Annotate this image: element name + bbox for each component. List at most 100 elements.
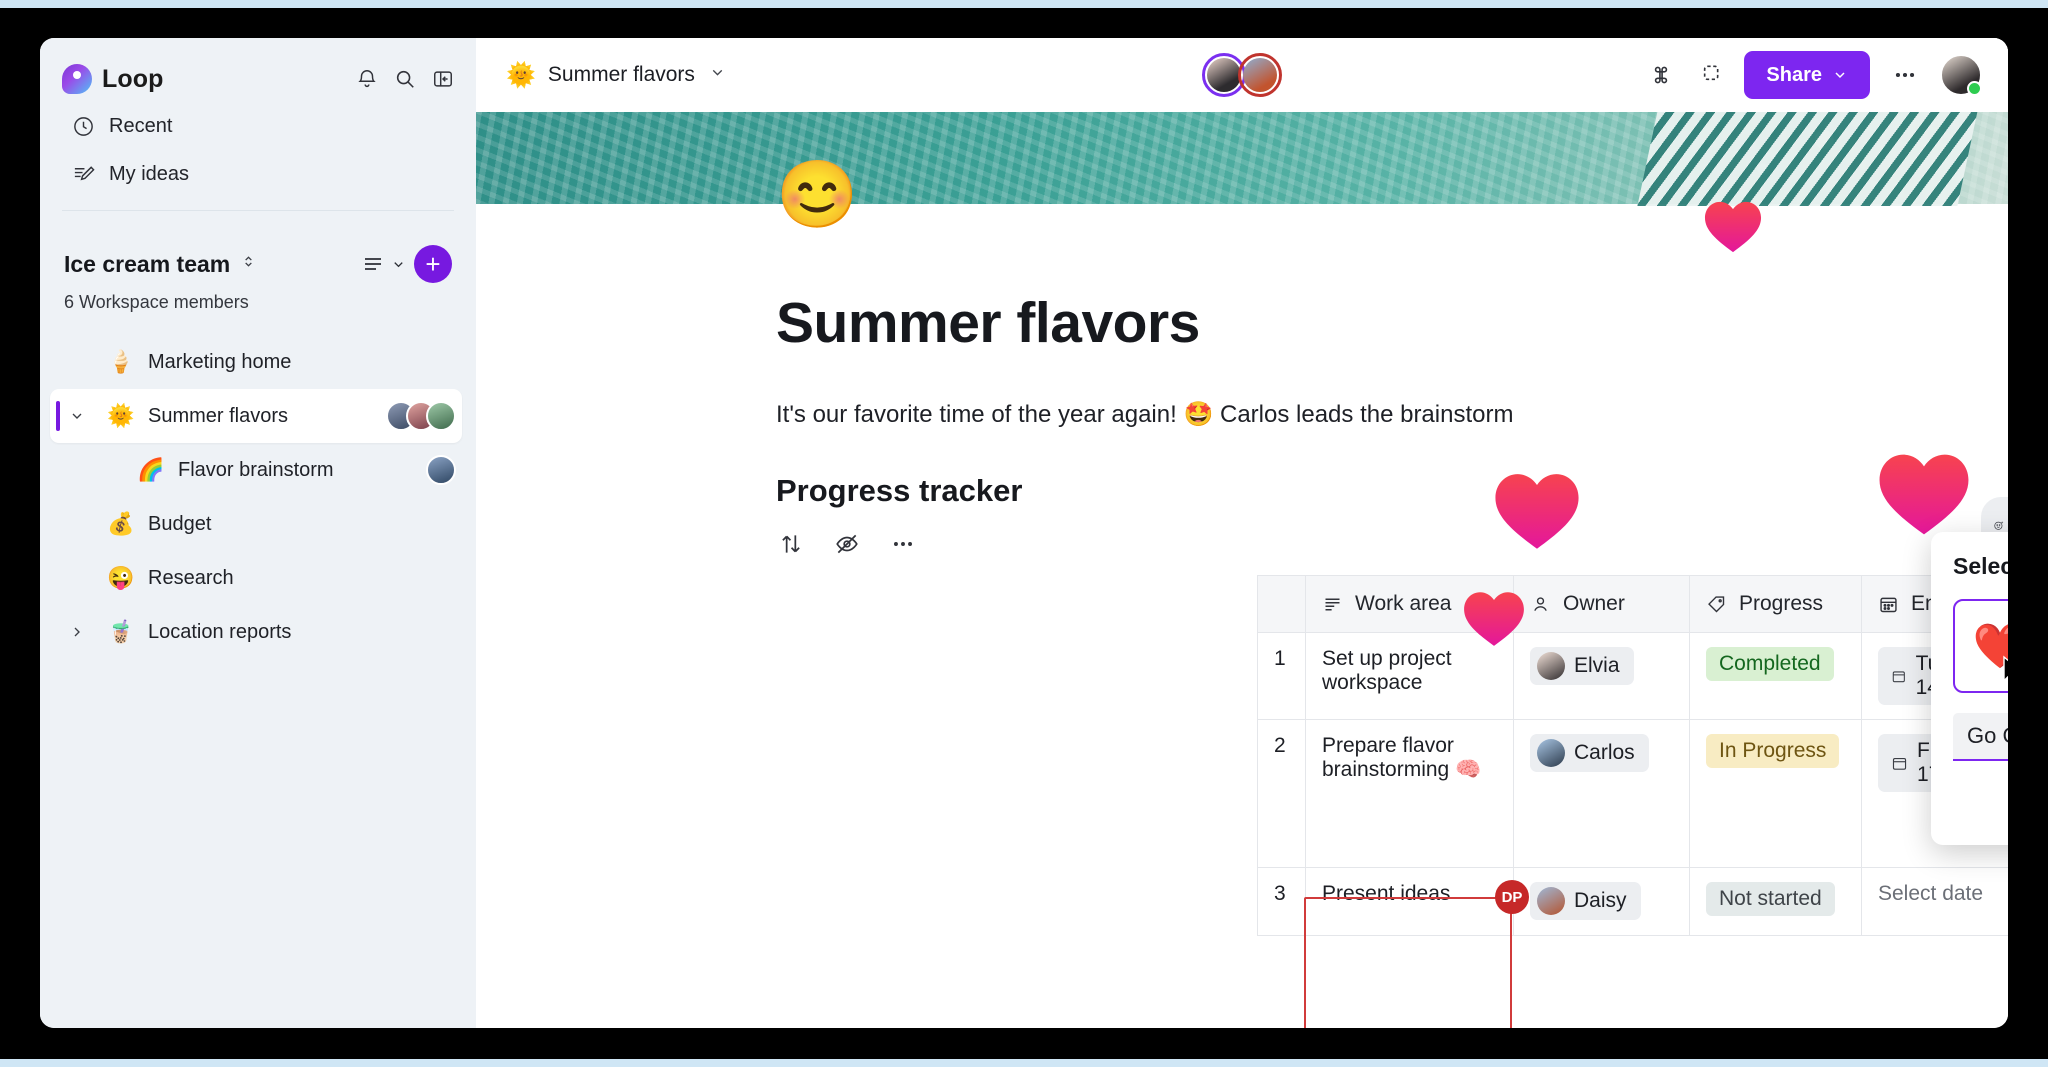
- banner-towels-decoration: [1637, 112, 1979, 206]
- avatar: [426, 401, 456, 431]
- calendar-icon: [1878, 594, 1899, 615]
- status-badge: [1967, 81, 1982, 96]
- share-button[interactable]: Share: [1744, 51, 1870, 99]
- user-avatar[interactable]: [1940, 54, 1982, 96]
- chevron-down-icon[interactable]: [68, 407, 86, 425]
- workspace-switcher-icon[interactable]: [240, 253, 257, 275]
- table-row[interactable]: 3 Present ideas Daisy Not started Select…: [1257, 867, 2008, 936]
- screen-bottom-edge: [0, 1059, 2048, 1067]
- sidebar-page-label: Flavor brainstorm: [178, 458, 334, 481]
- collapse-sidebar-icon[interactable]: [432, 68, 454, 90]
- owner-name: Daisy: [1574, 889, 1627, 912]
- chevron-down-icon[interactable]: [709, 64, 726, 86]
- document-emoji-icon: 🌞: [506, 61, 536, 89]
- status-badge: Not started: [1706, 882, 1835, 916]
- page-emoji-icon: 🍦: [107, 349, 135, 374]
- workspace-title-row: Ice cream team +: [64, 245, 452, 283]
- cell-end-date[interactable]: Select date: [1861, 867, 2008, 936]
- search-icon[interactable]: [394, 68, 416, 90]
- end-date-placeholder[interactable]: Select date: [1878, 882, 1983, 905]
- workspace-view-options[interactable]: [361, 252, 406, 276]
- avatar: [1537, 652, 1565, 680]
- screen-top-edge: [0, 0, 2048, 8]
- cover-banner-image: [476, 112, 2008, 206]
- apps-grid-icon[interactable]: [1648, 62, 1674, 88]
- workspace-name[interactable]: Ice cream team: [64, 251, 230, 278]
- sidebar-page-flavor-brainstorm[interactable]: 🌈 Flavor brainstorm: [50, 443, 462, 497]
- owner-name: Carlos: [1574, 741, 1635, 764]
- sidebar-page-research[interactable]: 😜 Research: [50, 551, 462, 605]
- sidebar-page-budget[interactable]: 💰 Budget: [50, 497, 462, 551]
- sidebar-page-summer-flavors[interactable]: 🌞 Summer flavors: [50, 389, 462, 443]
- table-body: 1 Set up project workspace Elvia Complet…: [1257, 632, 2008, 936]
- sidebar-page-label: Location reports: [148, 620, 292, 643]
- chevron-right-icon[interactable]: [68, 623, 86, 641]
- clock-icon: [72, 115, 95, 138]
- table-header: Work area Owner Progress End: [1257, 575, 2008, 633]
- cell-work-area[interactable]: Present ideas: [1305, 867, 1514, 936]
- nudge-panel-title: Select nudge: [1953, 553, 2008, 579]
- owner-pill[interactable]: Daisy: [1530, 882, 1641, 920]
- cell-owner[interactable]: Elvia: [1513, 632, 1690, 720]
- cell-work-area[interactable]: Prepare flavor brainstorming 🧠: [1305, 719, 1514, 868]
- add-page-button[interactable]: +: [414, 245, 452, 283]
- sidebar-page-location-reports[interactable]: 🧋 Location reports: [50, 605, 462, 659]
- presence-avatar[interactable]: [1238, 53, 1282, 97]
- cell-progress[interactable]: Completed: [1689, 632, 1862, 720]
- hide-fields-icon[interactable]: [834, 531, 860, 557]
- copy-component-icon[interactable]: [1696, 62, 1722, 88]
- page-collaborator-avatars: [426, 455, 462, 485]
- nudge-panel-header: Select nudge: [1953, 552, 2008, 581]
- table-row[interactable]: 2 Prepare flavor brainstorming 🧠 Carlos: [1257, 719, 2008, 868]
- page-emoji-icon: 🌈: [137, 457, 165, 482]
- more-options-icon[interactable]: [1892, 62, 1918, 88]
- share-button-label: Share: [1766, 63, 1822, 86]
- table-row[interactable]: 1 Set up project workspace Elvia Complet…: [1257, 632, 2008, 720]
- progress-tracker-table-wrap: Work area Owner Progress End 1 Set up pr…: [1257, 575, 2008, 1028]
- cell-owner[interactable]: Carlos: [1513, 719, 1690, 868]
- table-col-index: [1257, 575, 1306, 633]
- row-index: 1: [1257, 632, 1306, 720]
- table-col-label: Work area: [1355, 592, 1452, 615]
- person-icon: [1530, 594, 1551, 615]
- cell-progress[interactable]: In Progress: [1689, 719, 1862, 868]
- sidebar-page-label: Budget: [148, 512, 212, 535]
- sidebar-divider: [62, 210, 454, 211]
- nudge-message-input[interactable]: Go Carlos!: [1953, 713, 2008, 761]
- sidebar-page-label: Marketing home: [148, 350, 292, 373]
- document-body: Summer flavors It's our favorite time of…: [476, 204, 2008, 1028]
- sort-icon[interactable]: [778, 531, 804, 557]
- page-emoji-icon: 😜: [107, 565, 135, 590]
- page-emoji-icon: 🌞: [107, 403, 135, 428]
- tag-icon: [1706, 594, 1727, 615]
- cell-progress[interactable]: Not started: [1689, 867, 1862, 936]
- status-badge: Completed: [1706, 647, 1834, 681]
- page-title[interactable]: Summer flavors: [776, 290, 2008, 356]
- document-canvas: 😊 Summer flavors It's our favorite time …: [476, 112, 2008, 1028]
- page-emoji-icon: 💰: [107, 511, 135, 536]
- presence-avatars: [1202, 53, 1282, 97]
- sidebar-page-marketing-home[interactable]: 🍦 Marketing home: [50, 335, 462, 389]
- nudge-option-heart[interactable]: ❤️: [1953, 599, 2008, 693]
- sidebar-item-my-ideas[interactable]: My ideas: [62, 150, 454, 198]
- owner-pill[interactable]: Elvia: [1530, 647, 1634, 685]
- bell-icon[interactable]: [356, 68, 378, 90]
- cell-work-area[interactable]: Set up project workspace: [1305, 632, 1514, 720]
- row-index: 2: [1257, 719, 1306, 868]
- owner-pill[interactable]: Carlos: [1530, 734, 1649, 772]
- page-list: 🍦 Marketing home 🌞 Summer flavors 🌈 Flav…: [40, 335, 476, 659]
- document-paragraph[interactable]: It's our favorite time of the year again…: [776, 400, 2008, 429]
- table-col-label: Owner: [1563, 592, 1625, 615]
- table-col-progress[interactable]: Progress: [1689, 575, 1862, 633]
- page-cover-emoji-icon[interactable]: 😊: [776, 156, 858, 234]
- table-col-owner[interactable]: Owner: [1513, 575, 1690, 633]
- collaborator-cursor-badge: DP: [1495, 880, 1529, 914]
- table-col-work-area[interactable]: Work area: [1305, 575, 1514, 633]
- cell-owner[interactable]: Daisy: [1513, 867, 1690, 936]
- sidebar-item-recent-label: Recent: [109, 114, 173, 137]
- section-title-progress-tracker[interactable]: Progress tracker: [776, 473, 2008, 509]
- table-more-options-icon[interactable]: [890, 531, 916, 557]
- table-header-row: Work area Owner Progress End: [1257, 575, 2008, 633]
- sidebar-item-recent[interactable]: Recent: [62, 102, 454, 150]
- document-title-chip[interactable]: 🌞 Summer flavors: [506, 61, 726, 90]
